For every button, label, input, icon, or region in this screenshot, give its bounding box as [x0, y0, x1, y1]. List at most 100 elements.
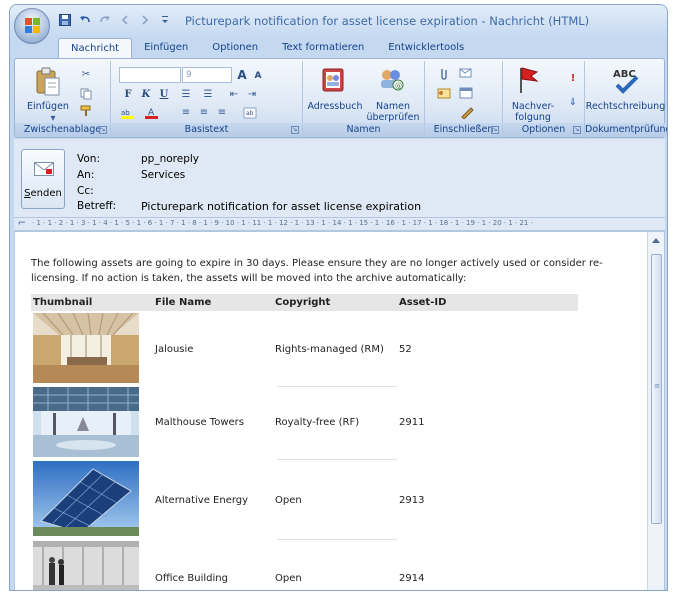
business-card-icon[interactable] [437, 87, 451, 99]
svg-text:@: @ [395, 82, 402, 90]
high-importance-icon[interactable]: ! [566, 73, 580, 85]
message-body[interactable]: The following assets are going to expire… [14, 231, 665, 590]
intro-text: The following assets are going to expire… [31, 258, 603, 284]
svg-text:ab: ab [246, 110, 254, 117]
check-names-label-2[interactable]: überprüfen [365, 112, 421, 123]
previous-item-icon[interactable] [118, 13, 132, 27]
scroll-up-arrow-icon[interactable] [652, 238, 660, 243]
row-divider [277, 539, 397, 540]
quick-access-toolbar [58, 12, 172, 28]
group-basistext: 9 A A F K U ☰ ☰ ⇤ ⇥ ab A ≡ ≡ ≡ ab Basist… [111, 61, 303, 137]
dialog-launcher-zwischenablage-icon[interactable]: ↘ [99, 126, 107, 134]
customize-toolbar-icon[interactable] [158, 13, 172, 27]
ruler[interactable]: ⌐ · 1 · 1 · 2 · 1 · 3 · 1 · 4 · 1 · 5 · … [14, 217, 665, 231]
subject-field[interactable]: Picturepark notification for asset licen… [141, 200, 421, 213]
scroll-grip-icon: ≡ [654, 382, 660, 390]
vertical-scrollbar[interactable]: ≡ [647, 232, 664, 590]
spelling-check-icon[interactable]: ABC [611, 65, 641, 98]
row-1-file-name: Jalousie [155, 344, 194, 355]
row-divider [277, 459, 397, 460]
cut-icon[interactable]: ✂ [79, 69, 93, 81]
follow-up-label-1[interactable]: Nachver- [503, 101, 563, 112]
message-header: Senden Von: pp_noreply An: Services Cc: … [14, 139, 665, 217]
font-name-box[interactable] [119, 67, 181, 83]
numbering-icon[interactable]: ☰ [201, 89, 215, 101]
row-3-file-name: Alternative Energy [155, 495, 249, 506]
paste-icon[interactable] [35, 67, 61, 100]
undo-icon[interactable] [78, 13, 92, 27]
ruler-scale: · 1 · 1 · 2 · 1 · 3 · 1 · 4 · 1 · 5 · 1 … [32, 219, 533, 227]
thumbnail-office-people[interactable] [33, 541, 139, 590]
subject-label: Betreff: [77, 200, 117, 212]
tab-nachricht[interactable]: Nachricht [58, 38, 133, 58]
tab-optionen[interactable]: Optionen [200, 38, 270, 58]
highlight-icon[interactable]: ab [121, 107, 135, 119]
tab-einfuegen[interactable]: Einfügen [132, 38, 200, 58]
dialog-launcher-einschliessen-icon[interactable]: ↘ [491, 126, 499, 134]
paste-button-label[interactable]: Einfügen [23, 101, 73, 112]
bold-button[interactable]: F [121, 88, 135, 102]
follow-up-flag-icon[interactable] [515, 65, 541, 98]
attach-file-icon[interactable] [437, 67, 451, 80]
dialog-launcher-optionen-icon[interactable]: ↘ [573, 126, 581, 134]
row-4-file-name: Office Building [155, 573, 228, 584]
dialog-launcher-basistext-icon[interactable]: ↘ [291, 126, 299, 134]
scrollbar-thumb[interactable]: ≡ [651, 254, 662, 524]
format-painter-icon[interactable] [79, 105, 93, 117]
group-namen: Adressbuch @ Namen überprüfen Namen [303, 61, 425, 137]
increase-indent-icon[interactable]: ⇥ [245, 89, 259, 101]
check-names-label-1[interactable]: Namen [365, 101, 421, 112]
column-header-file-name: File Name [155, 297, 212, 308]
thumbnail-interior-room[interactable] [33, 313, 139, 383]
copy-icon[interactable] [79, 88, 93, 100]
underline-button[interactable]: U [157, 88, 171, 102]
group-einschliessen: Einschließen ↘ [425, 61, 503, 137]
follow-up-label-2[interactable]: folgung [503, 112, 563, 123]
save-icon[interactable] [58, 13, 72, 27]
align-right-icon[interactable]: ≡ [215, 107, 229, 119]
to-label: An: [77, 169, 95, 181]
send-envelope-icon [34, 162, 54, 176]
group-label-namen: Namen [303, 123, 424, 137]
tab-selector-icon[interactable]: ⌐ [17, 218, 27, 230]
signature-icon[interactable] [461, 107, 475, 120]
row-4-copyright: Open [275, 573, 302, 584]
group-label-dokumentpruefung: Dokumentprüfung [585, 123, 668, 137]
column-header-copyright: Copyright [275, 297, 331, 308]
address-book-button-label[interactable]: Adressbuch [303, 101, 367, 112]
send-button[interactable]: Senden [21, 149, 65, 209]
align-center-icon[interactable]: ≡ [197, 107, 211, 119]
font-size-box[interactable]: 9 [182, 67, 232, 83]
title-bar: Picturepark notification for asset licen… [10, 5, 667, 37]
attach-item-icon[interactable] [459, 67, 473, 79]
grow-font-button[interactable]: A [235, 68, 249, 82]
from-value: pp_noreply [141, 153, 200, 165]
check-names-icon[interactable]: @ [377, 65, 405, 96]
shrink-font-button[interactable]: A [251, 69, 265, 83]
address-book-icon[interactable] [321, 67, 345, 96]
tab-text-formatieren[interactable]: Text formatieren [270, 38, 376, 58]
spelling-button-label[interactable]: Rechtschreibung [585, 101, 666, 112]
office-logo-icon [25, 18, 41, 34]
redo-icon[interactable] [98, 13, 112, 27]
align-left-icon[interactable]: ≡ [179, 107, 193, 119]
clear-formatting-icon[interactable]: ab [243, 107, 257, 119]
font-color-icon[interactable]: A [145, 107, 159, 119]
group-label-optionen: Optionen [503, 123, 584, 137]
to-field[interactable]: Services [141, 169, 185, 181]
tab-entwicklertools[interactable]: Entwicklertools [376, 38, 476, 58]
office-button[interactable] [14, 8, 50, 44]
column-header-thumbnail: Thumbnail [33, 297, 93, 308]
thumbnail-atrium-lobby[interactable] [33, 387, 139, 457]
thumbnail-solar-panels[interactable] [33, 461, 139, 536]
row-1-asset-id: 52 [399, 344, 412, 355]
calendar-icon[interactable] [459, 87, 473, 99]
italic-button[interactable]: K [139, 88, 153, 102]
low-importance-icon[interactable]: ⇓ [566, 97, 580, 109]
decrease-indent-icon[interactable]: ⇤ [227, 89, 241, 101]
row-2-copyright: Royalty-free (RF) [275, 417, 360, 428]
bullets-icon[interactable]: ☰ [179, 89, 193, 101]
ribbon: Einfügen ▾ ✂ Zwischenablage ↘ 9 A A F K … [14, 58, 668, 138]
ribbon-tabs: Nachricht Einfügen Optionen Text formati… [58, 38, 476, 58]
next-item-icon[interactable] [138, 13, 152, 27]
